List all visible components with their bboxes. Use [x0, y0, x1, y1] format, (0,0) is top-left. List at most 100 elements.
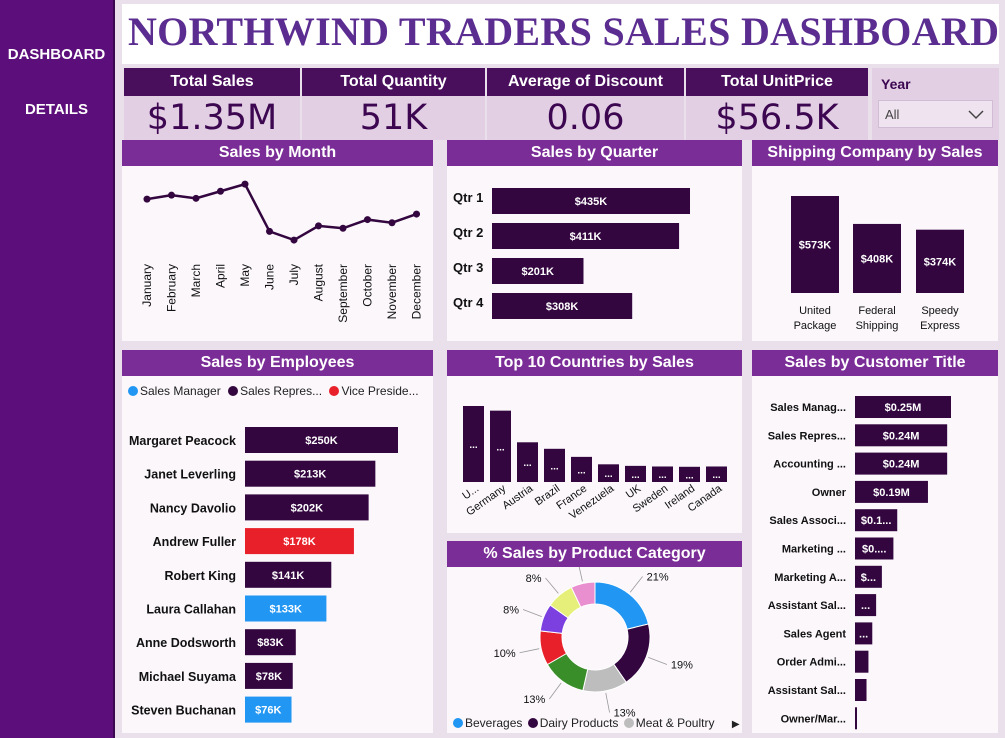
panel-sales-by-quarter: Sales by Quarter Qtr 1 $435K Qtr 2 $411K Qtr…: [447, 140, 742, 341]
year-dropdown[interactable]: All: [878, 100, 993, 128]
shipping-value-label: $374K: [924, 256, 956, 268]
employee-name-label: Andrew Fuller: [153, 535, 236, 549]
top-countries-chart: ...U......Germany...Austria...Brazil...F…: [460, 406, 727, 522]
month-tick-label: September: [336, 264, 350, 323]
slice-percent-label: 13%: [523, 694, 545, 706]
employee-name-label: Steven Buchanan: [131, 704, 236, 718]
shipping-category-label: Speedy: [921, 305, 959, 317]
kpi-label: Total Quantity: [302, 68, 485, 96]
kpi-value: $56.5K: [715, 98, 839, 138]
year-label: Year: [881, 76, 911, 92]
legend-label: Beverages: [465, 716, 523, 730]
customer-title-label: Sales Associ...: [769, 515, 846, 527]
panel-title: Sales by Quarter: [447, 140, 742, 166]
kpi-label: Average of Discount: [487, 68, 684, 96]
quarter-value-label: $308K: [546, 301, 578, 313]
product-category-chart: 21%19%13%13%10%8%8%7%: [494, 567, 693, 720]
kpi-total-unitprice: Total UnitPrice $56.5K: [686, 68, 868, 140]
panel-top-countries: Top 10 Countries by Sales ... U...... Germ…: [447, 350, 742, 533]
title-banner: NORTHWIND TRADERS SALES DASHBOARD: [122, 4, 999, 64]
sales-by-month-chart: January February March April May June July Augu…: [140, 180, 424, 323]
customer-title-value-label: ...: [861, 600, 870, 612]
kpi-value: 0.06: [546, 98, 625, 138]
country-tick-label: Austria: [500, 482, 536, 512]
panel-title: Sales by Employees: [122, 350, 433, 376]
employee-name-label: Anne Dodsworth: [136, 636, 236, 650]
legend-item[interactable]: Meat & Poultry: [623, 716, 715, 730]
kpi-value: $1.35M: [146, 98, 278, 138]
nav-details-button[interactable]: DETAILS: [0, 101, 113, 118]
country-value-label: ...: [577, 465, 586, 476]
employee-name-label: Robert King: [164, 569, 236, 583]
country-value-label: ...: [550, 461, 559, 472]
month-tick-label: August: [312, 263, 326, 301]
quarter-label: Qtr 3: [453, 260, 483, 275]
legend-dot-icon: [527, 718, 538, 728]
data-point: [266, 227, 273, 235]
data-point: [364, 216, 371, 224]
legend-item[interactable]: Dairy Products: [527, 716, 618, 730]
employee-value-label: $133K: [269, 604, 301, 616]
country-value-label: ...: [685, 470, 694, 481]
country-value-label: ...: [523, 458, 532, 469]
panel-title: Sales by Customer Title: [752, 350, 998, 376]
customer-title-value-label: $...: [861, 572, 876, 584]
country-value-label: ...: [604, 469, 613, 480]
data-point: [241, 180, 249, 188]
panel-shipping-company: Shipping Company by Sales $573K United Pac…: [752, 140, 998, 341]
customer-title-value-label: $0.25M: [885, 402, 922, 414]
slice-percent-label: 7%: [558, 567, 574, 569]
kpi-total-sales: Total Sales $1.35M: [124, 68, 300, 140]
month-tick-label: March: [189, 264, 203, 297]
data-point: [339, 224, 347, 232]
panel-sales-by-employees: Sales by Employees Sales Manager Sales R…: [122, 350, 433, 733]
data-point: [168, 191, 175, 199]
sales-by-quarter-chart: Qtr 1 $435K Qtr 2 $411K Qtr 3 $201K Qtr 4 $308K: [453, 188, 690, 319]
category-legend: Beverages Dairy Products Meat & Poultry …: [453, 716, 740, 730]
quarter-label: Qtr 1: [453, 190, 483, 205]
legend-dot-icon: [623, 718, 634, 728]
month-tick-label: November: [385, 264, 399, 319]
slice-percent-label: 19%: [671, 659, 693, 671]
customer-title-value-label: $0.24M: [883, 459, 920, 471]
customer-title-value-label: ...: [859, 628, 868, 640]
kpi-value: 51K: [359, 98, 428, 138]
month-tick-label: April: [214, 264, 228, 288]
customer-title-label: Assistant Sal...: [768, 685, 846, 697]
month-tick-label: June: [263, 264, 277, 290]
panel-title: Shipping Company by Sales: [752, 140, 998, 166]
slice-leader-line: [549, 682, 562, 700]
customer-title-bar: [855, 707, 857, 730]
kpi-average-discount: Average of Discount 0.06: [487, 68, 684, 140]
data-point: [192, 194, 200, 202]
customer-title-value-label: $0.19M: [873, 487, 910, 499]
customer-title-label: Marketing ...: [782, 544, 846, 556]
legend-next-arrow-icon[interactable]: ▶: [732, 719, 740, 730]
quarter-value-label: $435K: [575, 196, 607, 208]
customer-title-label: Order Admi...: [777, 657, 846, 669]
data-point: [413, 210, 420, 218]
month-tick-label: May: [238, 264, 252, 287]
panel-sales-by-month: Sales by Month January February March April…: [122, 140, 433, 341]
nav-dashboard-button[interactable]: DASHBOARD: [0, 46, 113, 63]
category-slice: [594, 581, 650, 630]
slice-percent-label: 10%: [494, 648, 516, 660]
slice-percent-label: 8%: [526, 573, 542, 585]
legend-item[interactable]: Beverages: [453, 716, 522, 730]
employee-value-label: $213K: [294, 469, 326, 481]
data-point: [388, 219, 396, 227]
legend-label: Meat & Poultry: [635, 716, 715, 730]
month-tick-label: July: [287, 264, 301, 285]
shipping-category-label: Package: [794, 320, 837, 332]
country-value-label: ...: [658, 470, 667, 481]
month-tick-label: December: [410, 264, 424, 319]
sales-line: [146, 182, 417, 242]
panel-title: % Sales by Product Category: [447, 541, 742, 567]
shipping-category-label: Shipping: [856, 320, 899, 332]
employee-name-label: Michael Suyama: [139, 670, 237, 684]
sidebar: DASHBOARD DETAILS: [0, 0, 115, 738]
customer-title-value-label: $0.24M: [883, 430, 920, 442]
month-tick-label: February: [165, 264, 179, 312]
employee-value-label: $78K: [256, 671, 282, 683]
country-value-label: ...: [631, 470, 640, 481]
